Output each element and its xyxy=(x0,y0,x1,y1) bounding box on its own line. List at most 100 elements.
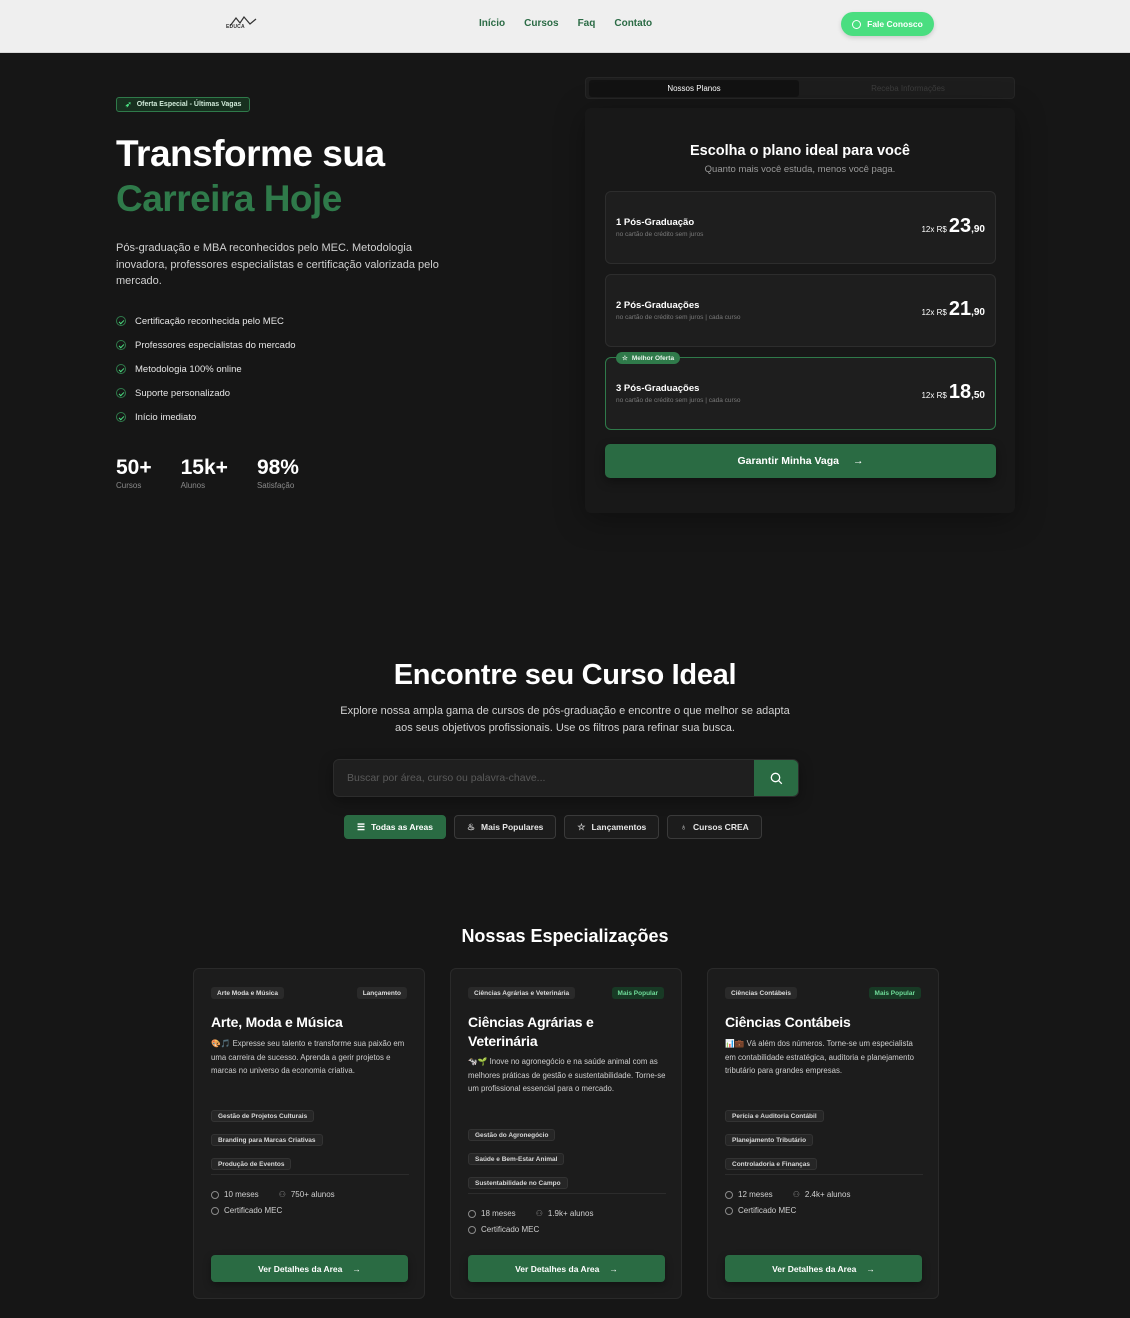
card-description: 📊💼 Vá além dos números. Torne-se um espe… xyxy=(725,1039,914,1075)
plan-option-name: 3 Pós-Graduações xyxy=(616,383,700,394)
clock-icon xyxy=(725,1190,733,1199)
tab-receba-informacoes[interactable]: Receba Informações xyxy=(804,80,1012,97)
plan-option-1[interactable]: 1 Pós-Graduação no cartão de crédito sem… xyxy=(605,191,996,264)
card-cert: Certificado MEC xyxy=(468,1225,539,1234)
plan-option-sub: no cartão de crédito sem juros xyxy=(616,231,704,238)
price-prefix: 12x R$ xyxy=(921,225,947,234)
guarantee-spot-button[interactable]: Garantir Minha Vaga → xyxy=(605,444,996,478)
nav-links: Início Cursos Faq Contato xyxy=(479,18,652,29)
card-chip: Produção de Eventos xyxy=(211,1158,292,1170)
check-circle-icon xyxy=(116,388,126,398)
card-cert-label: Certificado MEC xyxy=(481,1225,540,1234)
benefit-item: Metodologia 100% online xyxy=(116,357,296,381)
search-input[interactable] xyxy=(334,760,754,796)
benefit-label: Início imediato xyxy=(135,411,197,423)
card-description: 🐄🌱 Inove no agronegócio e na saúde anima… xyxy=(468,1057,666,1093)
shield-check-icon xyxy=(725,1206,733,1215)
star-icon: ☆ xyxy=(577,821,586,832)
card-category: Ciências Agrárias e Veterinária xyxy=(468,987,576,999)
card-meta: 18 meses ⚇ 1.9k+ alunos xyxy=(468,1209,593,1218)
price-prefix: 12x R$ xyxy=(921,391,947,400)
view-area-details-button[interactable]: Ver Detalhes da Area → xyxy=(468,1255,665,1282)
price-cents: ,50 xyxy=(971,390,985,401)
contact-us-label: Fale Conosco xyxy=(867,19,923,29)
stat-students: 15k+ Alunos xyxy=(181,455,228,490)
filter-all-areas[interactable]: ☰ Todas as Areas xyxy=(344,815,446,839)
card-students: 2.4k+ alunos xyxy=(804,1190,851,1199)
card-tag: Lançamento xyxy=(356,987,407,999)
best-offer-label: Melhor Oferta xyxy=(631,354,675,362)
card-cert: Certificado MEC xyxy=(725,1206,796,1215)
star-icon: ☆ xyxy=(622,355,628,362)
top-navbar: EDUCA Início Cursos Faq Contato Fale Con… xyxy=(0,0,1130,53)
filter-label: Cursos CREA xyxy=(693,822,749,832)
rocket-icon: ➶ xyxy=(125,100,132,109)
card-tag: Mais Popular xyxy=(611,987,664,999)
plan-option-3[interactable]: ☆ Melhor Oferta 3 Pós-Graduações no cart… xyxy=(605,352,996,430)
search-icon xyxy=(770,772,782,784)
clock-icon xyxy=(468,1209,476,1218)
tab-nossos-planos[interactable]: Nossos Planos xyxy=(589,80,799,97)
nav-link-contato[interactable]: Contato xyxy=(614,18,652,29)
stat-label: Cursos xyxy=(116,481,142,490)
plan-option-price: 12x R$ 21 ,90 xyxy=(921,299,985,319)
card-chip: Perícia e Auditoria Contábil xyxy=(725,1110,824,1122)
award-icon: ♁ xyxy=(680,822,688,832)
nav-link-inicio[interactable]: Início xyxy=(479,18,505,29)
search-button[interactable] xyxy=(754,760,798,796)
hero-description: Pós-graduação e MBA reconhecidos pelo ME… xyxy=(116,242,439,287)
filter-bar: ☰ Todas as Areas ♨ Mais Populares ☆ Lançame… xyxy=(344,815,762,839)
plan-option-name: 2 Pós-Graduações xyxy=(616,300,700,311)
benefit-item: Suporte personalizado xyxy=(116,381,296,405)
button-label: Ver Detalhes da Area xyxy=(515,1263,600,1274)
clock-icon xyxy=(211,1190,219,1199)
benefit-label: Professores especialistas do mercado xyxy=(135,339,296,351)
offer-badge: ➶ Oferta Especial - Últimas Vagas xyxy=(116,97,251,112)
contact-us-button[interactable]: Fale Conosco xyxy=(841,12,934,36)
logo[interactable]: EDUCA xyxy=(226,14,260,34)
card-title: Ciências Agrárias e Veterinária xyxy=(468,1014,594,1049)
stat-value: 98% xyxy=(256,456,299,479)
plan-subtitle: Quanto mais você estuda, menos você paga… xyxy=(704,164,896,175)
price-whole: 18 xyxy=(948,381,972,403)
card-chip: Gestão do Agronegócio xyxy=(468,1129,556,1141)
filter-crea-courses[interactable]: ♁ Cursos CREA xyxy=(667,815,762,839)
stat-courses: 50+ Cursos xyxy=(116,455,152,490)
filter-label: Todas as Areas xyxy=(371,822,433,832)
card-chips: Perícia e Auditoria Contábil Planejament… xyxy=(725,1105,925,1177)
card-description: 🎨🎵 Expresse seu talento e transforme sua… xyxy=(211,1039,405,1075)
card-chip: Saúde e Bem-Estar Animal xyxy=(468,1153,565,1165)
card-duration: 10 meses xyxy=(224,1190,259,1199)
benefit-label: Suporte personalizado xyxy=(135,387,231,399)
card-cert: Certificado MEC xyxy=(211,1206,282,1215)
view-area-details-button[interactable]: Ver Detalhes da Area → xyxy=(725,1255,922,1282)
card-tag: Mais Popular xyxy=(868,987,921,999)
stat-satisfaction: 98% Satisfação xyxy=(257,455,299,490)
arrow-right-icon: → xyxy=(609,1263,618,1274)
price-cents: ,90 xyxy=(971,307,985,318)
card-students: 1.9k+ alunos xyxy=(547,1209,594,1218)
arrow-right-icon: → xyxy=(352,1263,361,1274)
hero-title-line2: Carreira Hoje xyxy=(116,178,342,219)
card-chips: Gestão do Agronegócio Saúde e Bem-Estar … xyxy=(468,1124,668,1196)
stat-label: Satisfação xyxy=(256,481,295,490)
filter-most-popular[interactable]: ♨ Mais Populares xyxy=(453,815,557,839)
specializations-title: Nossas Especializações xyxy=(461,926,669,946)
benefit-item: Certificação reconhecida pelo MEC xyxy=(116,309,296,333)
card-chip: Controladoria e Finanças xyxy=(725,1158,818,1170)
users-icon: ⚇ xyxy=(792,1190,800,1199)
plan-option-2[interactable]: 2 Pós-Graduações no cartão de crédito se… xyxy=(605,274,996,347)
best-offer-badge: ☆ Melhor Oferta xyxy=(616,352,681,364)
view-area-details-button[interactable]: Ver Detalhes da Area → xyxy=(211,1255,408,1282)
search-section-description: Explore nossa ampla gama de cursos de pó… xyxy=(340,705,790,734)
stat-value: 50+ xyxy=(116,456,152,479)
benefit-label: Metodologia 100% online xyxy=(135,363,242,375)
logo-text: EDUCA xyxy=(226,24,245,30)
card-chip: Sustentabilidade no Campo xyxy=(468,1177,568,1189)
filter-launches[interactable]: ☆ Lançamentos xyxy=(564,815,660,839)
card-category: Arte Moda e Música xyxy=(211,987,285,999)
card-title: Arte, Moda e Música xyxy=(211,1014,343,1030)
price-whole: 21 xyxy=(948,298,972,320)
nav-link-cursos[interactable]: Cursos xyxy=(524,18,558,29)
nav-link-faq[interactable]: Faq xyxy=(578,18,596,29)
